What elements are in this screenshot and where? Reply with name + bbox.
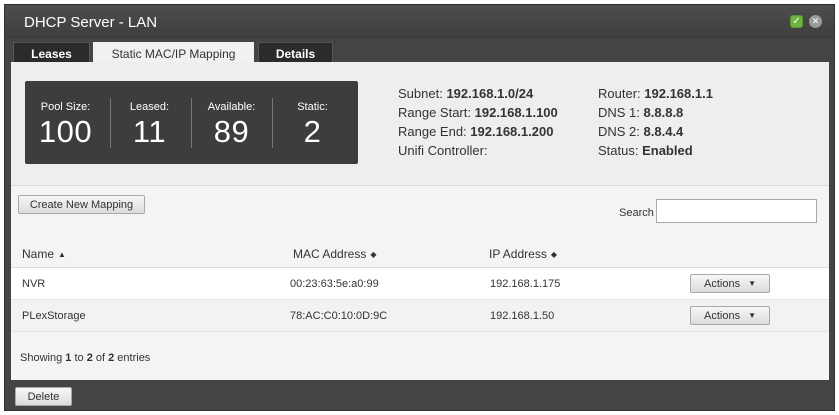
stat-available: Available: 89 xyxy=(191,81,272,164)
info-value: Enabled xyxy=(642,143,693,158)
stat-leased: Leased: 11 xyxy=(109,81,190,164)
info-range-start: Range Start: 192.168.1.100 xyxy=(398,105,558,124)
info-range-end: Range End: 192.168.1.200 xyxy=(398,124,558,143)
stat-label: Static: xyxy=(297,101,328,113)
table-row: NVR 00:23:63:5e:a0:99 192.168.1.175 Acti… xyxy=(11,268,829,300)
entries-suffix: entries xyxy=(114,352,151,364)
info-label: DNS 2: xyxy=(598,124,640,139)
stat-label: Available: xyxy=(207,101,256,113)
stat-static: Static: 2 xyxy=(272,81,353,164)
info-unifi-controller: Unifi Controller: xyxy=(398,143,558,162)
stat-label: Leased: xyxy=(129,101,170,113)
stat-value: 2 xyxy=(303,114,322,149)
entries-prefix: Showing xyxy=(20,352,66,364)
close-icon[interactable]: ✕ xyxy=(809,15,822,28)
info-label: Unifi Controller: xyxy=(398,143,488,158)
title-bar: DHCP Server - LAN ✓ ✕ xyxy=(5,5,834,39)
table-info-footer: Showing 1 to 2 of 2 entries xyxy=(11,332,829,380)
checkmark-icon[interactable]: ✓ xyxy=(790,15,803,28)
search-label: Search xyxy=(619,207,654,219)
search-input[interactable] xyxy=(656,199,817,223)
cell-mac: 78:AC:C0:10:0D:9C xyxy=(290,310,388,322)
cell-ip: 192.168.1.50 xyxy=(490,310,555,322)
stat-value: 89 xyxy=(213,114,250,149)
info-router: Router: 192.168.1.1 xyxy=(598,86,713,105)
window-title: DHCP Server - LAN xyxy=(24,14,158,31)
actions-dropdown-button[interactable]: Actions ▼ xyxy=(690,306,770,325)
sort-icon: ◆ xyxy=(550,250,557,259)
stat-value: 100 xyxy=(38,114,93,149)
column-header-label: MAC Address xyxy=(293,247,367,261)
stat-label: Pool Size: xyxy=(40,101,91,113)
dhcp-server-window: DHCP Server - LAN ✓ ✕ Leases Static MAC/… xyxy=(4,4,835,411)
sort-icon: ◆ xyxy=(370,250,377,259)
entries-of-word: of xyxy=(92,352,109,364)
info-value: 192.168.1.1 xyxy=(644,86,713,101)
table-header: Name ▲ MAC Address ◆ IP Address ◆ xyxy=(11,238,829,268)
actions-label: Actions xyxy=(704,277,741,290)
cell-ip: 192.168.1.175 xyxy=(490,278,561,290)
info-value: 192.168.1.200 xyxy=(470,124,554,139)
tab-leases[interactable]: Leases xyxy=(13,42,90,64)
column-header-ip[interactable]: IP Address ◆ xyxy=(489,247,557,261)
info-label: Router: xyxy=(598,86,641,101)
network-info-left: Subnet: 192.168.1.0/24 Range Start: 192.… xyxy=(398,86,558,162)
table-row: PLexStorage 78:AC:C0:10:0D:9C 192.168.1.… xyxy=(11,300,829,332)
column-header-mac[interactable]: MAC Address ◆ xyxy=(293,247,377,261)
stat-pool-size: Pool Size: 100 xyxy=(25,81,106,164)
tab-static-mapping[interactable]: Static MAC/IP Mapping xyxy=(93,42,254,64)
info-subnet: Subnet: 192.168.1.0/24 xyxy=(398,86,558,105)
cell-name: NVR xyxy=(22,278,46,290)
sort-ascending-icon: ▲ xyxy=(58,250,66,259)
create-mapping-button[interactable]: Create New Mapping xyxy=(18,195,145,214)
entries-to-word: to xyxy=(71,352,87,364)
caret-down-icon: ▼ xyxy=(748,279,756,288)
stats-panel: Pool Size: 100 Leased: 11 Available: 89 … xyxy=(25,81,358,164)
info-value: 192.168.1.100 xyxy=(474,105,558,120)
info-value: 8.8.4.4 xyxy=(643,124,684,139)
tab-content: Pool Size: 100 Leased: 11 Available: 89 … xyxy=(11,62,829,380)
delete-button[interactable]: Delete xyxy=(15,387,72,406)
info-label: Range End: xyxy=(398,124,467,139)
column-header-name[interactable]: Name ▲ xyxy=(22,247,66,261)
entries-count: Showing 1 to 2 of 2 entries xyxy=(20,352,150,364)
info-value: 192.168.1.0/24 xyxy=(446,86,534,101)
info-dns-1: DNS 1: 8.8.8.8 xyxy=(598,105,713,124)
actions-dropdown-button[interactable]: Actions ▼ xyxy=(690,274,770,293)
actions-label: Actions xyxy=(704,309,741,322)
cell-mac: 00:23:63:5e:a0:99 xyxy=(290,278,379,290)
info-label: Status: xyxy=(598,143,639,158)
info-label: Range Start: xyxy=(398,105,471,120)
table-toolbar: Create New Mapping Search xyxy=(11,185,829,238)
info-label: DNS 1: xyxy=(598,105,640,120)
stat-value: 11 xyxy=(132,114,167,149)
column-header-label: IP Address xyxy=(489,247,547,261)
info-dns-2: DNS 2: 8.8.4.4 xyxy=(598,124,713,143)
caret-down-icon: ▼ xyxy=(748,311,756,320)
column-header-label: Name xyxy=(22,247,55,261)
bottom-action-bar: Delete xyxy=(5,380,834,410)
info-value: 8.8.8.8 xyxy=(643,105,684,120)
info-label: Subnet: xyxy=(398,86,443,101)
cell-name: PLexStorage xyxy=(22,310,86,322)
network-info-right: Router: 192.168.1.1 DNS 1: 8.8.8.8 DNS 2… xyxy=(598,86,713,162)
info-status: Status: Enabled xyxy=(598,143,713,162)
tab-details[interactable]: Details xyxy=(258,42,333,64)
